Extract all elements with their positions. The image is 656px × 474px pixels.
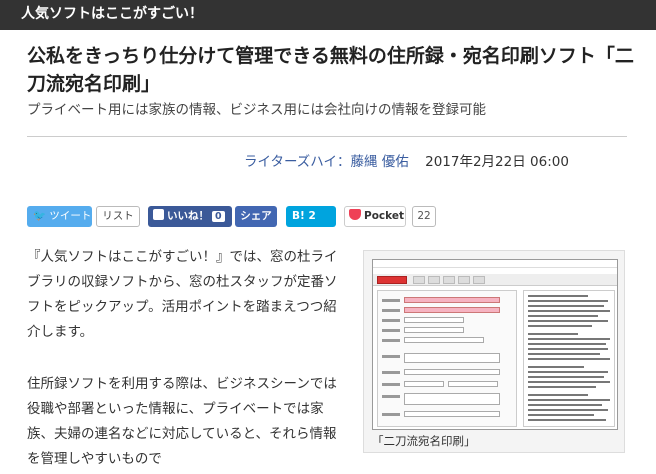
- screenshot-form-panel: [377, 290, 517, 427]
- screenshot-window-titlebar: [373, 260, 617, 268]
- like-label: いいね！: [167, 210, 209, 222]
- form-label: [382, 383, 400, 386]
- note-line: [528, 414, 594, 416]
- byline-prefix: ライターズハイ：: [244, 154, 351, 170]
- note-line: [528, 371, 608, 373]
- note-line: [528, 333, 578, 335]
- note-line: [528, 338, 610, 340]
- form-field: [404, 337, 484, 343]
- note-line: [528, 376, 604, 378]
- author-name: 藤縄 優佑: [350, 154, 409, 170]
- form-label: [382, 339, 400, 342]
- form-label: [382, 355, 400, 358]
- note-line: [528, 325, 592, 327]
- title-divider: [27, 136, 627, 137]
- note-line: [528, 300, 608, 302]
- note-line: [528, 366, 584, 368]
- tweet-label: ツイート: [49, 210, 92, 222]
- thumbs-up-icon: [153, 209, 164, 220]
- pocket-count: 22: [412, 206, 436, 227]
- screenshot-tool-icon: [458, 276, 470, 284]
- screenshot-tool-icon: [413, 276, 425, 284]
- facebook-share-label: シェア: [240, 210, 272, 222]
- form-field: [404, 317, 464, 323]
- form-label: [382, 299, 400, 302]
- author-link[interactable]: ライターズハイ：藤縄 優佑: [244, 154, 413, 170]
- form-field: [404, 411, 500, 417]
- form-label: [382, 395, 400, 398]
- category-banner-label[interactable]: 人気ソフトはここがすごい！: [21, 4, 203, 24]
- twitter-list-label: リスト: [102, 210, 134, 222]
- form-field: [404, 297, 500, 303]
- form-field: [404, 381, 444, 387]
- note-line: [528, 315, 598, 317]
- note-line: [528, 419, 606, 421]
- note-line: [528, 295, 588, 297]
- form-field: [404, 393, 500, 405]
- note-line: [528, 409, 608, 411]
- facebook-share-button[interactable]: シェア: [235, 206, 277, 227]
- software-screenshot-image[interactable]: [372, 259, 618, 430]
- note-line: [528, 358, 610, 360]
- article-title: 公私をきっちり仕分けて管理できる無料の住所録・宛名印刷ソフト「二刀流宛名印刷」: [27, 45, 634, 95]
- facebook-like-button[interactable]: いいね！ 0: [148, 206, 232, 227]
- category-banner: 人気ソフトはここがすごい！: [0, 0, 656, 30]
- note-line: [528, 394, 588, 396]
- like-count: 0: [212, 211, 225, 222]
- byline: ライターズハイ：藤縄 優佑 2017年2月22日 06:00: [244, 152, 569, 172]
- hatena-label: B!: [292, 210, 305, 222]
- twitter-bird-icon: 🐦: [33, 210, 47, 222]
- note-line: [528, 399, 610, 401]
- screenshot-tool-icon: [428, 276, 440, 284]
- pocket-button[interactable]: Pocket: [344, 206, 406, 227]
- figure-caption: 「二刀流宛名印刷」: [372, 434, 476, 448]
- note-line: [528, 404, 602, 406]
- pocket-icon: [349, 209, 361, 220]
- screenshot-toolbar: [373, 274, 617, 286]
- note-line: [528, 348, 608, 350]
- tweet-button[interactable]: 🐦 ツイート: [27, 206, 92, 227]
- hatena-bookmark-button[interactable]: B! 2: [286, 206, 336, 227]
- publish-date: 2017年2月22日 06:00: [425, 154, 569, 170]
- hatena-count: 2: [308, 210, 316, 222]
- note-line: [528, 381, 610, 383]
- form-field: [404, 307, 500, 313]
- software-screenshot-figure[interactable]: 「二刀流宛名印刷」: [363, 250, 625, 453]
- note-line: [528, 343, 606, 345]
- screenshot-logo-icon: [377, 276, 407, 284]
- screenshot-tool-icon: [473, 276, 485, 284]
- screenshot-tool-icon: [443, 276, 455, 284]
- body-paragraph: 住所録ソフトを利用する際は、ビジネスシーンでは役職や部署といった情報に、プライベ…: [27, 376, 337, 467]
- form-label: [382, 413, 400, 416]
- article-subtitle: プライベート用には家族の情報、ビジネス用には会社向けの情報を登録可能: [27, 102, 486, 118]
- form-field: [404, 353, 500, 363]
- note-line: [528, 305, 604, 307]
- form-label: [382, 319, 400, 322]
- form-field: [404, 369, 500, 375]
- note-line: [528, 386, 596, 388]
- screenshot-notes-panel: [523, 290, 615, 427]
- intro-paragraph: 『人気ソフトはここがすごい！』では、窓の杜ライブラリの収録ソフトから、窓の杜スタ…: [27, 249, 338, 340]
- form-label: [382, 329, 400, 332]
- pocket-label: Pocket: [364, 210, 404, 222]
- pocket-count-value: 22: [417, 210, 431, 222]
- form-field: [448, 381, 498, 387]
- note-line: [528, 353, 600, 355]
- form-label: [382, 309, 400, 312]
- form-field: [404, 327, 464, 333]
- note-line: [528, 320, 608, 322]
- note-line: [528, 310, 610, 312]
- twitter-list-button[interactable]: リスト: [96, 206, 140, 227]
- form-label: [382, 371, 400, 374]
